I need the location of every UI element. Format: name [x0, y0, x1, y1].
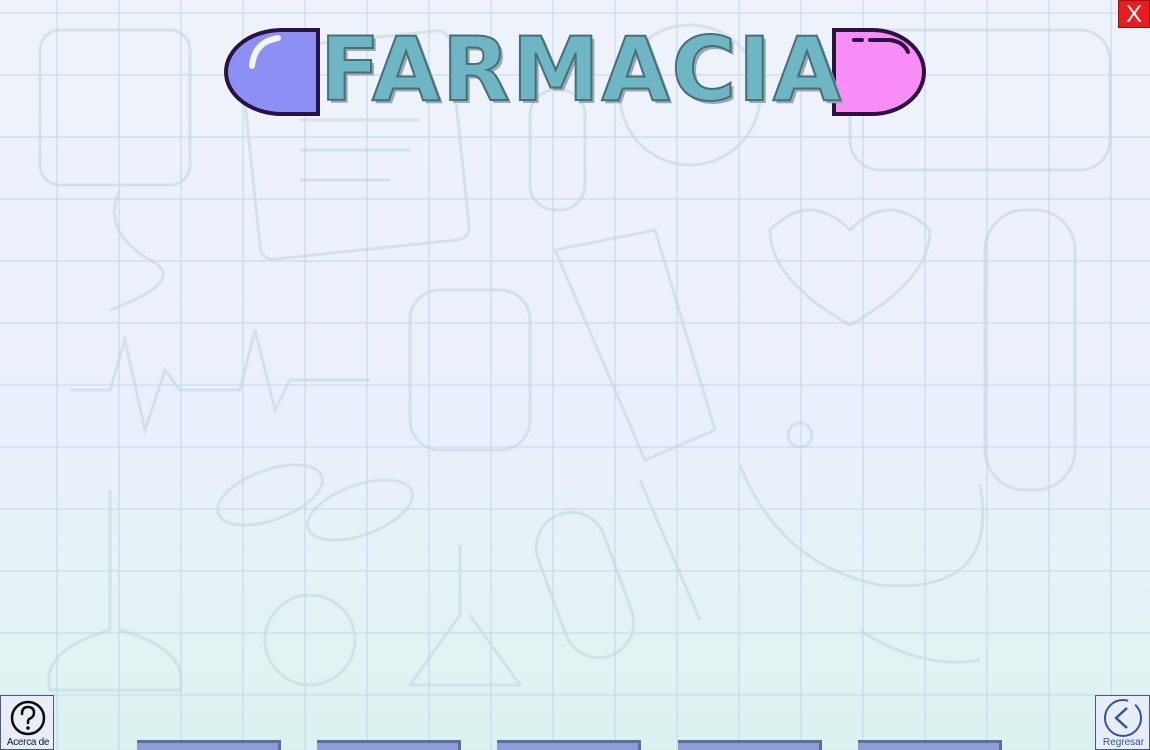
capsule-doodle	[216, 463, 324, 527]
tablet-doodle	[263, 593, 357, 687]
thermometer-doodle	[983, 208, 1077, 492]
medicine-bottle-doodle	[408, 288, 532, 452]
question-mark-icon	[10, 700, 46, 736]
erlenmeyer-doodle	[407, 545, 523, 687]
back-button-label: Regresar	[1102, 737, 1145, 748]
pill-left-half	[224, 28, 320, 116]
bottom-tab-4[interactable]	[678, 740, 822, 750]
bottom-tab-3[interactable]	[497, 740, 641, 750]
pill-right-half	[832, 28, 926, 116]
iv-tube-doodle	[109, 189, 165, 312]
syringe-doodle	[552, 228, 717, 462]
first-aid-kit-doodle	[38, 28, 192, 187]
heartbeat-line-doodle	[70, 329, 370, 436]
app-title: FARMACIA	[319, 18, 843, 121]
back-button[interactable]: Regresar	[1095, 695, 1150, 750]
stethoscope-doodle	[738, 464, 985, 588]
bottom-tab-5[interactable]	[858, 740, 1002, 750]
flask-doodle	[47, 490, 183, 692]
heart-doodle	[768, 208, 932, 327]
about-button[interactable]: Acerca de	[0, 695, 54, 750]
bottom-tab-2[interactable]	[317, 740, 461, 750]
chevron-left-circle-icon	[1104, 699, 1142, 737]
app-title-banner: FARMACIA	[222, 21, 932, 119]
close-button[interactable]: X	[1118, 0, 1150, 28]
bandage-doodle-2	[534, 510, 636, 660]
about-button-label: Acerca de	[6, 737, 50, 748]
bottom-tab-1[interactable]	[137, 740, 281, 750]
